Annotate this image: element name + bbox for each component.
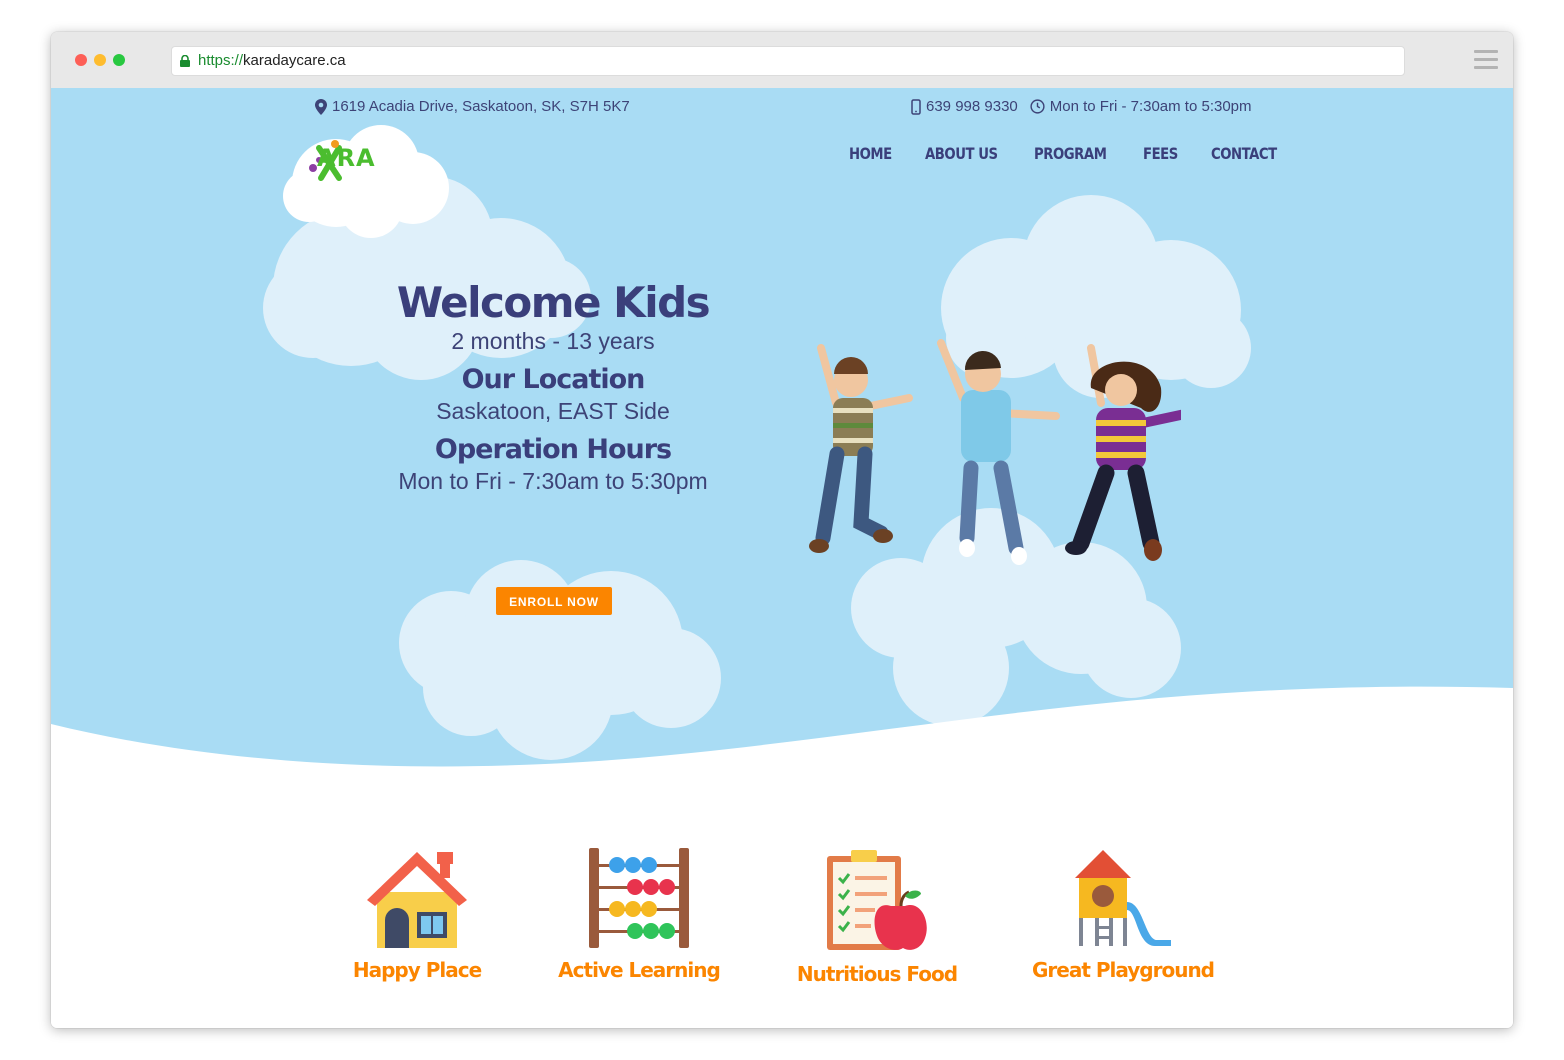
feature-label: Active Learning [558,958,721,982]
playground-icon [1075,850,1171,946]
lock-icon [180,55,190,67]
address-bar[interactable]: https://karadaycare.ca [171,46,1405,76]
feature-label: Great Playground [1031,958,1215,982]
clipboard-apple-icon [827,850,927,950]
nav-home[interactable]: HOME [849,144,892,163]
clock-icon [1030,99,1045,114]
jumping-kids-image [809,339,1181,565]
hero-content: Welcome Kids 2 months - 13 years Our Loc… [353,280,753,496]
hours-text: Mon to Fri - 7:30am to 5:30pm [1049,98,1252,115]
address-text: 1619 Acadia Drive, Saskatoon, SK, S7H 5K… [332,98,630,115]
hours-heading: Operation Hours [434,434,672,465]
hero-title: Welcome Kids [396,278,711,327]
url-text: https://karadaycare.ca [198,47,346,75]
address-info: 1619 Acadia Drive, Saskatoon, SK, S7H 5K… [315,98,630,115]
nav-contact[interactable]: CONTACT [1211,144,1277,163]
url-scheme: https:// [198,52,244,69]
browser-toolbar: https://karadaycare.ca [51,32,1513,89]
age-range: 2 months - 13 years [451,328,655,354]
feature-active-learning[interactable]: Active Learning [529,848,749,982]
page-viewport: 1619 Acadia Drive, Saskatoon, SK, S7H 5K… [51,88,1513,1028]
map-pin-icon [315,98,327,115]
feature-nutritious-food[interactable]: Nutritious Food [767,848,987,986]
phone-icon [911,98,921,115]
feature-great-playground[interactable]: Great Playground [1013,848,1233,982]
hours-value: Mon to Fri - 7:30am to 5:30pm [398,468,708,494]
nav-program[interactable]: PROGRAM [1034,144,1107,163]
browser-menu-icon[interactable] [1474,50,1498,70]
nav-about-us[interactable]: ABOUT US [925,144,998,163]
url-host: karadaycare.ca [243,52,346,69]
logo-text: ARA [317,144,376,172]
phone-text[interactable]: 639 998 9330 [926,98,1018,115]
browser-window: https://karadaycare.ca 1619 Acadia Drive… [51,32,1513,1028]
feature-label: Happy Place [352,958,482,982]
contact-info: 639 998 9330 Mon to Fri - 7:30am to 5:30… [911,98,1252,115]
nav-fees[interactable]: FEES [1143,144,1178,163]
location-heading: Our Location [461,364,646,395]
location-value: Saskatoon, EAST Side [436,398,670,424]
house-icon [367,852,467,948]
feature-happy-place[interactable]: Happy Place [307,848,527,982]
enroll-now-button[interactable]: ENROLL NOW [496,587,612,615]
close-window-button[interactable] [75,54,87,66]
feature-label: Nutritious Food [796,962,958,986]
main-nav: HOME ABOUT US PROGRAM FEES CONTACT [849,144,1312,163]
maximize-window-button[interactable] [113,54,125,66]
abacus-icon [589,848,689,948]
minimize-window-button[interactable] [94,54,106,66]
